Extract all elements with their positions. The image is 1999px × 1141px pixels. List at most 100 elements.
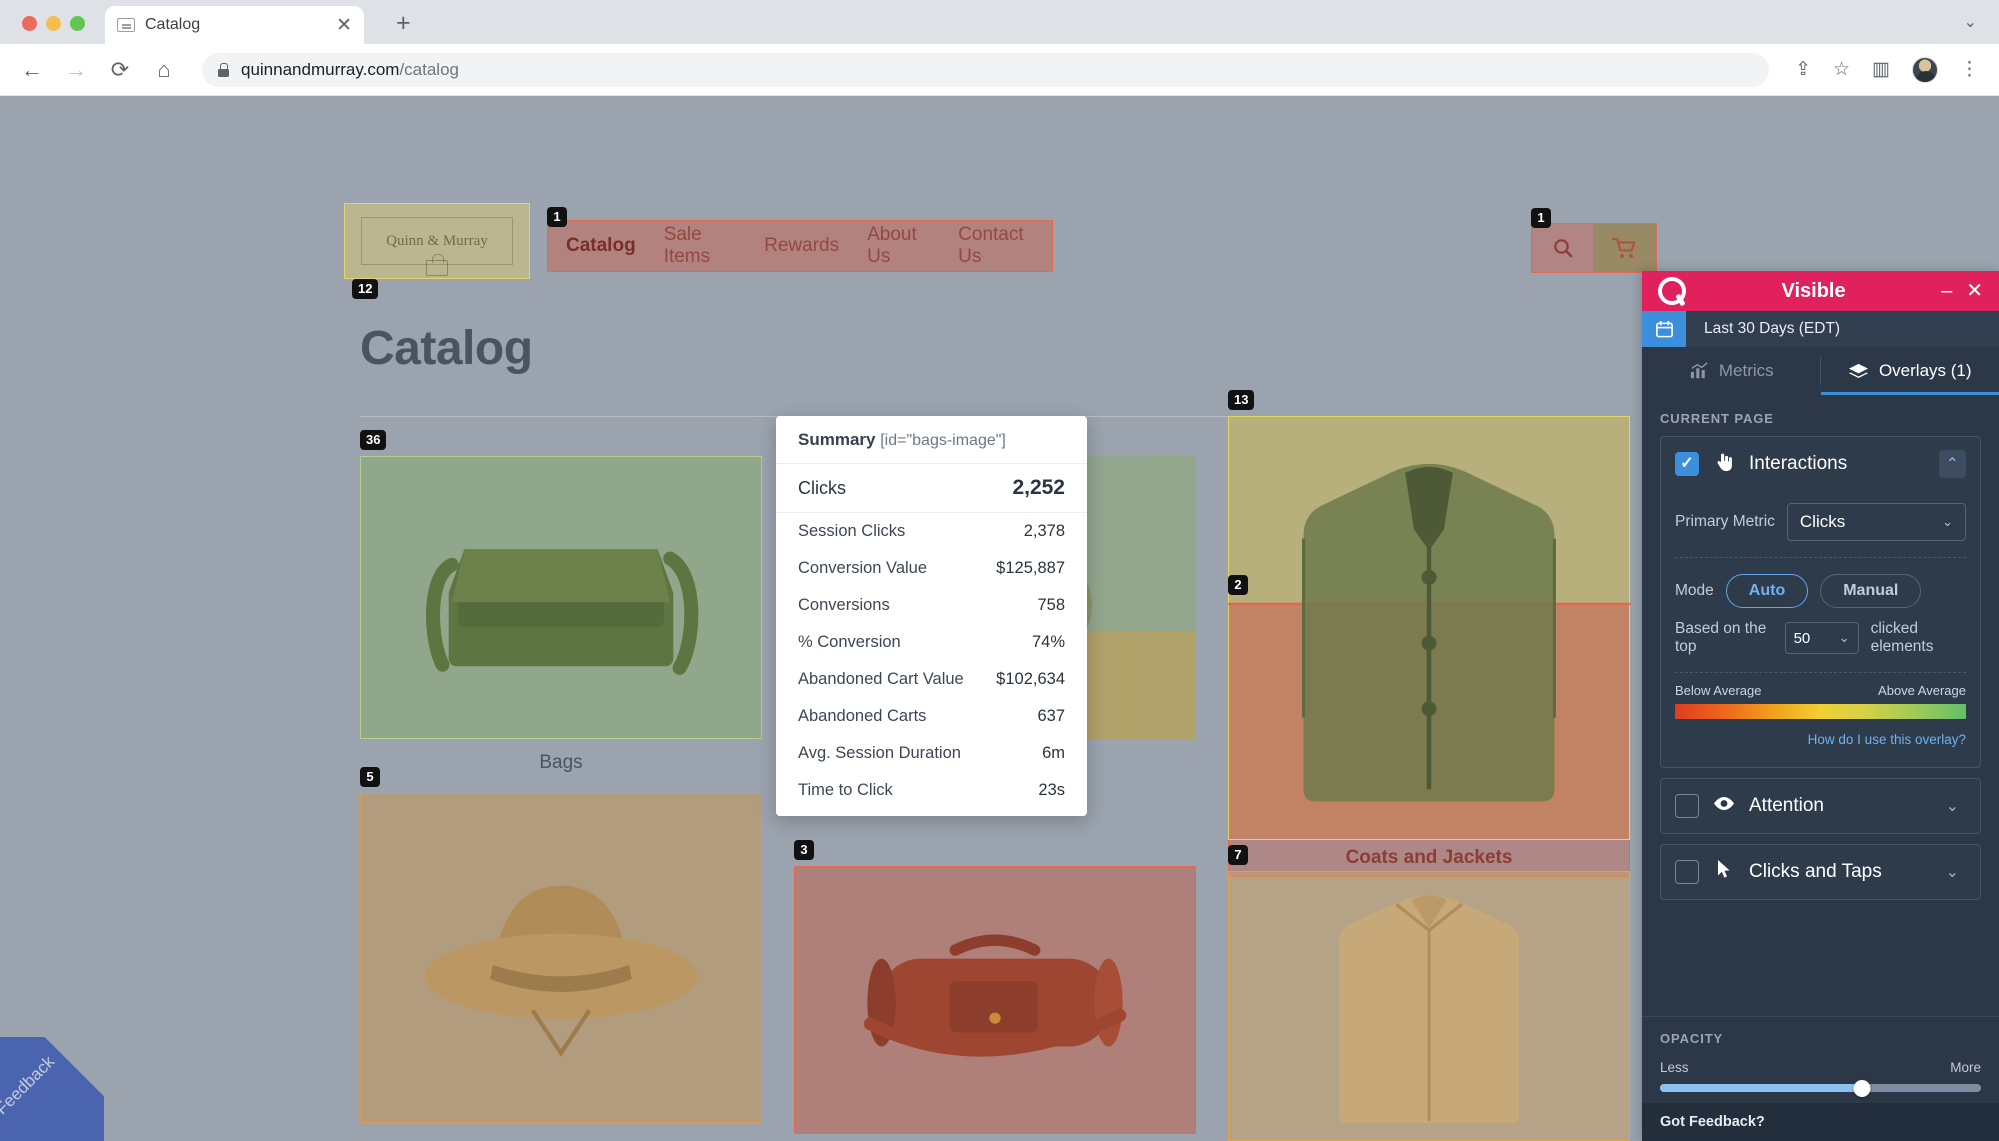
search-button[interactable]	[1531, 223, 1594, 273]
product-image-coats[interactable]	[1227, 416, 1631, 840]
chevron-down-icon[interactable]: ⌄	[1964, 12, 1977, 32]
page-title: Catalog	[360, 322, 533, 375]
cart-button[interactable]	[1594, 223, 1657, 273]
opacity-slider-handle[interactable]	[1853, 1080, 1871, 1097]
messenger-bag-illustration	[361, 457, 761, 738]
product-card-bags[interactable]: 36 Bags	[360, 430, 762, 774]
overlay-badge-hat[interactable]: 5	[360, 767, 380, 788]
date-range-selector[interactable]: Last 30 Days (EDT)	[1642, 311, 1999, 347]
back-button[interactable]: ←	[20, 58, 44, 81]
summary-row-value: 637	[1037, 707, 1065, 725]
maximize-window-button[interactable]	[70, 16, 85, 31]
nav-item-catalog[interactable]: Catalog	[566, 235, 636, 257]
overlay-badge-shirt[interactable]: 7	[1228, 845, 1248, 866]
new-tab-button[interactable]: +	[396, 11, 411, 36]
nav-item-contact-us[interactable]: Contact Us	[958, 224, 1034, 268]
close-panel-button[interactable]: ✕	[1966, 281, 1983, 301]
product-card-hat[interactable]: 5	[360, 767, 762, 1136]
got-feedback-link[interactable]: Got Feedback?	[1642, 1103, 1999, 1141]
tab-title: Catalog	[145, 16, 201, 33]
opacity-control: OPACITY Less More	[1642, 1016, 1999, 1103]
top-count-select[interactable]: 50 ⌄	[1784, 622, 1859, 654]
feedback-tab[interactable]: Feedback	[0, 1037, 104, 1141]
minimize-window-button[interactable]	[46, 16, 61, 31]
summary-row-value: 23s	[1038, 781, 1065, 799]
overlay-help-link[interactable]: How do I use this overlay?	[1808, 732, 1966, 747]
product-card-shirt[interactable]: 7	[1228, 845, 1630, 1141]
based-on-suffix-label: clicked elements	[1870, 620, 1934, 655]
summary-primary-label: Clicks	[798, 477, 846, 498]
reload-button[interactable]: ⟳	[108, 58, 132, 81]
product-card-coats[interactable]: 13 2 Coats and Jackets	[1227, 390, 1631, 877]
summary-selector: [id="bags-image"]	[880, 432, 1006, 449]
tab-metrics[interactable]: Metrics	[1642, 347, 1821, 395]
mode-manual-button[interactable]: Manual	[1820, 574, 1922, 608]
avatar[interactable]	[1912, 56, 1938, 83]
home-button[interactable]: ⌂	[152, 58, 176, 81]
mode-row: Mode Auto Manual	[1675, 564, 1966, 618]
opacity-slider[interactable]	[1660, 1080, 1981, 1097]
chevron-down-icon: ⌄	[1838, 630, 1850, 645]
summary-row-label: Abandoned Carts	[798, 707, 927, 725]
site-nav[interactable]: Catalog Sale Items Rewards About Us Cont…	[547, 220, 1053, 272]
close-icon[interactable]: ✕	[336, 16, 352, 35]
overlay-badge-coats-mid[interactable]: 2	[1228, 575, 1248, 596]
overlay-clicks-taps-label: Clicks and Taps	[1749, 861, 1882, 882]
summary-row-label: Avg. Session Duration	[798, 744, 961, 762]
chevron-up-icon[interactable]: ⌃	[1938, 450, 1966, 478]
overlay-clicks-taps-header[interactable]: Clicks and Taps ⌄	[1661, 845, 1980, 899]
tab-overlays[interactable]: Overlays (1)	[1820, 347, 1999, 395]
based-on-prefix-label: Based on the top	[1675, 620, 1767, 655]
nav-item-sale-items[interactable]: Sale Items	[664, 224, 736, 268]
chevron-down-icon[interactable]: ⌄	[1939, 858, 1966, 886]
overlay-badge-leather[interactable]: 3	[794, 840, 814, 861]
url-domain: quinnandmurray.com	[241, 59, 400, 79]
overlay-badge-nav[interactable]: 1	[547, 207, 567, 228]
overlay-badge-coats-top[interactable]: 13	[1228, 390, 1255, 411]
summary-row-value: 74%	[1031, 633, 1065, 651]
nav-item-about-us[interactable]: About Us	[867, 224, 930, 268]
summary-row: Avg. Session Duration 6m	[776, 735, 1087, 772]
overlay-badge-bags[interactable]: 36	[360, 430, 387, 451]
overlay-interactions-label: Interactions	[1749, 453, 1848, 474]
window-traffic-lights[interactable]	[0, 16, 85, 44]
minimize-panel-button[interactable]: –	[1941, 281, 1952, 301]
summary-row-label: Abandoned Cart Value	[798, 670, 964, 688]
primary-metric-select[interactable]: Clicks ⌄	[1786, 503, 1966, 541]
nav-item-rewards[interactable]: Rewards	[764, 235, 839, 257]
product-image-hat[interactable]	[360, 793, 762, 1123]
chrome-menu-icon[interactable]: ⋮	[1960, 60, 1979, 79]
tab-metrics-label: Metrics	[1718, 361, 1774, 380]
primary-metric-label: Primary Metric	[1675, 513, 1775, 530]
side-panel-icon[interactable]: ▥	[1872, 60, 1890, 79]
mode-auto-button[interactable]: Auto	[1725, 574, 1809, 608]
bookmark-star-icon[interactable]: ☆	[1833, 60, 1850, 79]
overlay-interactions-checkbox[interactable]	[1675, 452, 1699, 476]
overlay-badge-logo[interactable]: 12	[352, 279, 379, 300]
overlay-clicks-taps-checkbox[interactable]	[1675, 860, 1699, 884]
product-image-leather[interactable]	[794, 866, 1196, 1134]
summary-row: Abandoned Carts 637	[776, 698, 1087, 735]
overlay-badge-header-actions[interactable]: 1	[1531, 208, 1551, 229]
site-logo[interactable]: Quinn & Murray	[344, 203, 530, 279]
primary-metric-row: Primary Metric Clicks ⌄	[1675, 493, 1966, 551]
address-bar[interactable]: quinnandmurray.com/catalog	[202, 52, 1770, 87]
overlay-attention-header[interactable]: Attention ⌄	[1661, 779, 1980, 833]
duffel-bag-illustration	[795, 867, 1195, 1133]
browser-tab[interactable]: Catalog ✕	[105, 6, 364, 44]
calendar-icon[interactable]	[1642, 311, 1686, 347]
lock-icon	[218, 62, 229, 77]
close-window-button[interactable]	[22, 16, 37, 31]
forward-button[interactable]: →	[64, 58, 88, 81]
product-image-bags[interactable]	[360, 456, 762, 739]
date-range-label[interactable]: Last 30 Days (EDT)	[1686, 311, 1999, 347]
overlay-interactions-header[interactable]: Interactions ⌃	[1661, 437, 1980, 491]
current-page-section-title: CURRENT PAGE	[1660, 411, 1774, 426]
summary-row-label: % Conversion	[798, 633, 901, 651]
product-image-shirt[interactable]	[1228, 871, 1630, 1141]
share-icon[interactable]: ⇪	[1795, 60, 1811, 79]
product-card-leather[interactable]: 3 Leather	[794, 840, 1196, 1141]
overlay-attention-checkbox[interactable]	[1675, 794, 1699, 818]
chevron-down-icon[interactable]: ⌄	[1939, 792, 1966, 820]
page-viewport: 12 Quinn & Murray 1 Catalog Sale Items R…	[0, 96, 1999, 1141]
